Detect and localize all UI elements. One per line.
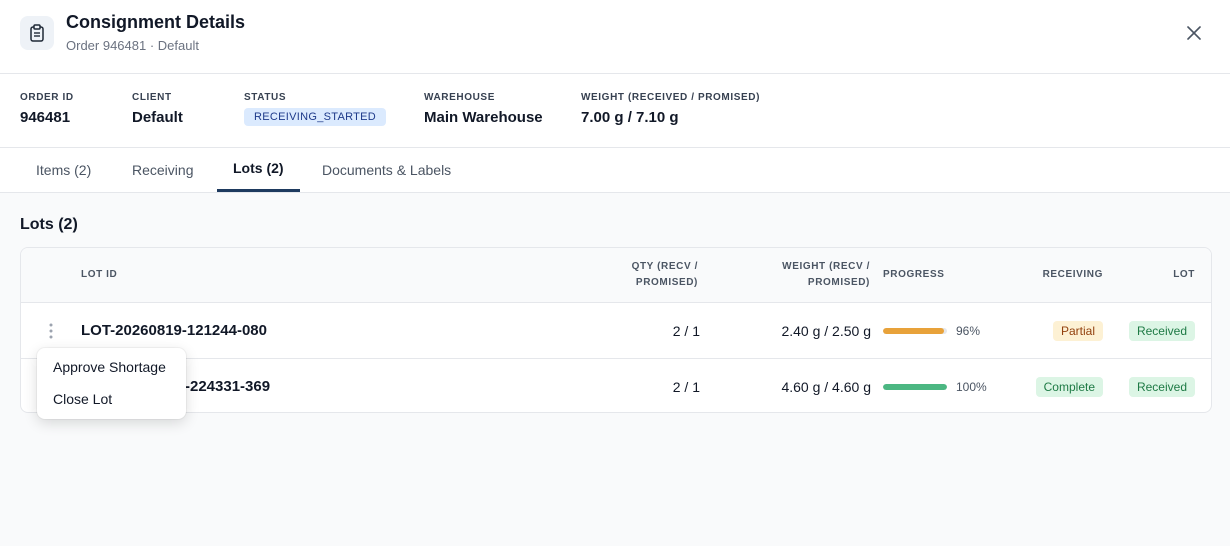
column-header-lot-id: LOT ID [81,269,118,280]
qty-header-line-1: QTY (RECV / [631,261,698,272]
order-id-label: ORDER ID [20,92,74,103]
page-title: Consignment Details [66,12,246,32]
weight-value: 7.00 g / 7.10 g [581,109,679,126]
lots-table: LOT ID QTY (RECV / PROMISED) WEIGHT (REC… [20,247,1212,413]
weight-header-line-2: PROMISED) [807,277,870,288]
progress-bar-fill [883,383,947,390]
column-header-progress: PROGRESS [883,269,945,280]
lot-status-badge: Received [1128,376,1195,397]
tab-bar: Items (2) Receiving Lots (2) Documents &… [0,148,1230,193]
lot-status-cell: Received [1128,359,1195,412]
table-header: LOT ID QTY (RECV / PROMISED) WEIGHT (REC… [21,248,1211,303]
progress-cell: 96% [883,303,980,358]
row-context-menu: Approve Shortage Close Lot [37,348,186,419]
qty-cell: 2 / 1 [672,322,700,339]
receiving-cell: Complete [1035,359,1103,412]
client-field: CLIENT Default [132,92,183,126]
weight-field: WEIGHT (RECEIVED / PROMISED) 7.00 g / 7.… [581,92,760,126]
weight-cell: 2.40 g / 2.50 g [781,322,871,339]
status-badge: RECEIVING_STARTED [244,108,387,126]
qty-cell: 2 / 1 [672,378,700,395]
status-label: STATUS [244,92,287,103]
progress-bar-fill [883,327,945,334]
warehouse-field: WAREHOUSE Main Warehouse [424,92,543,126]
weight-cell: 4.60 g / 4.60 g [781,378,871,395]
weight-label: WEIGHT (RECEIVED / PROMISED) [581,92,761,103]
section-title: Lots (2) [20,216,78,233]
clipboard-icon [20,16,54,50]
close-icon [1187,26,1201,40]
more-vertical-icon [49,323,53,338]
tab-receiving[interactable]: Receiving [132,148,193,192]
page-subtitle: Order 946481 · Default [66,38,199,53]
column-header-receiving: RECEIVING [1042,269,1103,280]
table-row: LOT-20260819-121244-080 2 / 1 2.40 g / 2… [21,303,1211,358]
column-header-qty: QTY (RECV / PROMISED) [632,259,698,291]
menu-item-close-lot[interactable]: Close Lot [37,386,186,418]
lot-id-cell: -224331-369 [185,378,271,395]
progress-bar [883,327,947,334]
weight-header-line-1: WEIGHT (RECV / [782,261,870,272]
order-id-field: ORDER ID 946481 [20,92,74,126]
qty-header-line-2: PROMISED) [635,277,698,288]
receiving-status-badge: Complete [1035,376,1103,397]
tab-items[interactable]: Items (2) [36,148,91,192]
client-value: Default [132,109,183,126]
status-field: STATUS RECEIVING_STARTED [244,92,387,126]
warehouse-label: WAREHOUSE [424,92,495,103]
order-id-value: 946481 [20,109,71,126]
progress-percent: 100% [956,379,987,394]
modal-header: Consignment Details Order 946481 · Defau… [0,0,1230,74]
menu-item-approve-shortage[interactable]: Approve Shortage [37,354,186,386]
lot-status-cell: Received [1128,303,1195,358]
close-button[interactable] [1182,21,1206,45]
client-label: CLIENT [132,92,172,103]
tab-documents-labels[interactable]: Documents & Labels [322,148,451,192]
order-summary: ORDER ID 946481 CLIENT Default STATUS RE… [0,74,1230,148]
progress-percent: 96% [956,323,981,338]
lot-status-badge: Received [1128,320,1195,341]
column-header-weight: WEIGHT (RECV / PROMISED) [782,259,870,291]
receiving-cell: Partial [1052,303,1103,358]
progress-bar [883,383,947,390]
receiving-status-badge: Partial [1052,320,1103,341]
table-row: -224331-369 2 / 1 4.60 g / 4.60 g 100% C… [21,358,1211,412]
column-header-lot: LOT [1173,269,1195,280]
progress-cell: 100% [883,359,987,412]
warehouse-value: Main Warehouse [424,109,543,126]
tab-lots[interactable]: Lots (2) [217,148,300,192]
